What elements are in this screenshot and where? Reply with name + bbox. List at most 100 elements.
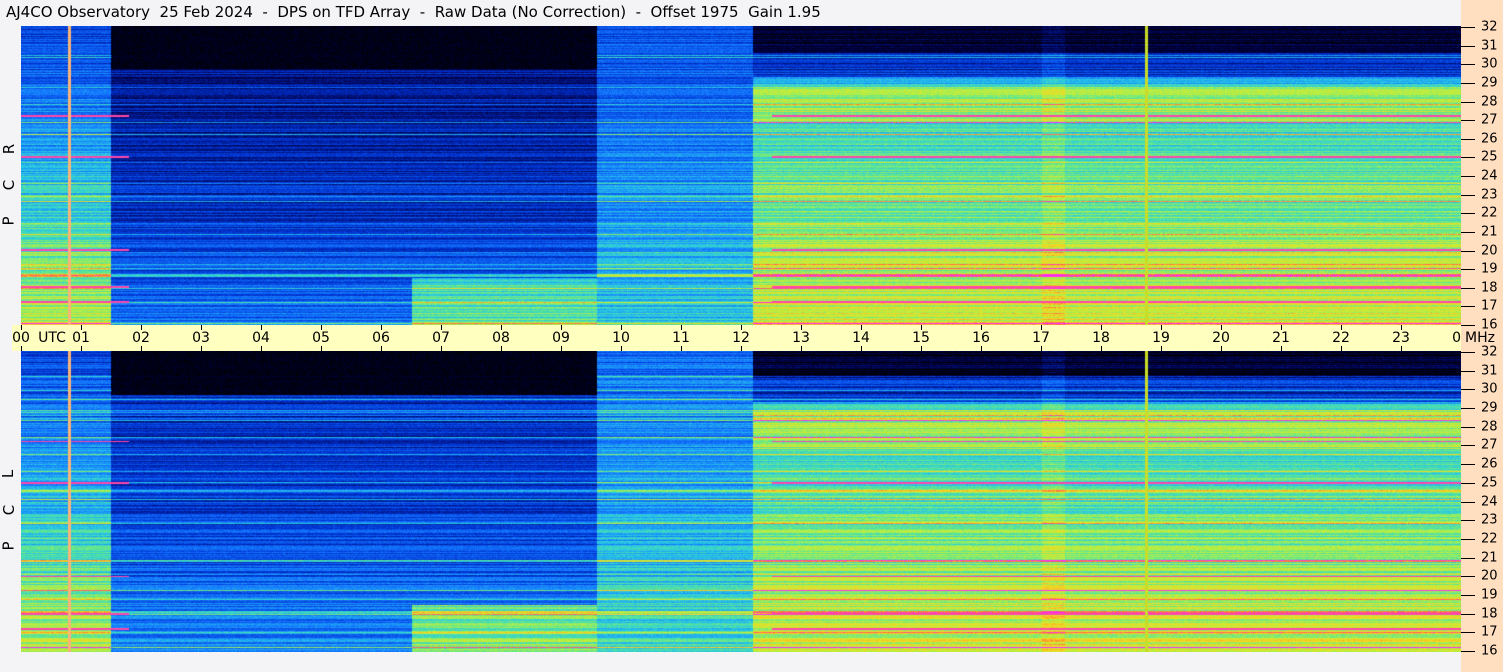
time-tick — [1101, 346, 1102, 351]
time-axis: 00 01 02 03 04 05 06 07 08 09 10 11 12 13 14 15 16 17 18 19… — [12, 325, 1470, 351]
time-tick — [201, 346, 202, 351]
freq-tick-label: 23 — [1481, 187, 1498, 203]
polarization-letter: R — [0, 143, 19, 155]
time-tick — [1041, 346, 1042, 351]
freq-tick — [1461, 389, 1475, 391]
time-tick-label: 19 — [1152, 330, 1170, 346]
freq-tick — [1461, 138, 1475, 140]
freq-tick — [1461, 482, 1475, 484]
time-tick — [741, 346, 742, 351]
time-tick-label: 15 — [912, 330, 930, 346]
polarization-letter: L — [0, 469, 18, 479]
time-tick — [801, 346, 802, 351]
time-tick — [1341, 346, 1342, 351]
freq-tick-label: 30 — [1481, 381, 1498, 397]
time-tick-label: 23 — [1392, 330, 1410, 346]
time-tick — [141, 346, 142, 351]
polarization-letter: C — [0, 504, 19, 516]
freq-tick — [1461, 157, 1475, 159]
freq-tick-label: 16 — [1481, 643, 1498, 659]
time-tick-label: 06 — [372, 330, 390, 346]
freq-tick — [1461, 426, 1475, 428]
freq-tick-label: 23 — [1481, 512, 1498, 528]
time-tick — [501, 346, 502, 351]
freq-tick-label: 26 — [1481, 131, 1498, 147]
freq-tick-label: 31 — [1481, 363, 1498, 379]
freq-tick-label: 25 — [1481, 149, 1498, 165]
freq-tick-label: 30 — [1481, 56, 1498, 72]
freq-tick — [1461, 408, 1475, 410]
freq-tick — [1461, 520, 1475, 522]
time-tick-label: 17 — [1032, 330, 1050, 346]
time-tick-label: 04 — [252, 330, 270, 346]
time-tick-label: 18 — [1092, 330, 1110, 346]
time-tick — [441, 346, 442, 351]
time-tick-label: 02 — [132, 330, 150, 346]
time-tick — [1221, 346, 1222, 351]
freq-tick-label: 27 — [1481, 437, 1498, 453]
freq-tick — [1461, 445, 1475, 447]
time-tick-label: 05 — [312, 330, 330, 346]
freq-tick — [1461, 464, 1475, 466]
freq-tick — [1461, 538, 1475, 540]
time-tick — [981, 346, 982, 351]
time-tick — [921, 346, 922, 351]
time-tick-label: 09 — [552, 330, 570, 346]
freq-tick-label: 22 — [1481, 205, 1498, 221]
time-tick-label: 21 — [1272, 330, 1290, 346]
freq-tick-label: 21 — [1481, 550, 1498, 566]
lcp-spectrogram — [21, 351, 1461, 652]
freq-tick — [1461, 45, 1475, 47]
freq-tick-label: 28 — [1481, 94, 1498, 110]
time-tick-label: 16 — [972, 330, 990, 346]
chart-title: AJ4CO Observatory 25 Feb 2024 - DPS on T… — [6, 3, 821, 21]
freq-tick-label: 17 — [1481, 298, 1498, 314]
freq-tick-label: 22 — [1481, 531, 1498, 547]
time-tick — [1161, 346, 1162, 351]
time-tick — [681, 346, 682, 351]
time-tick — [381, 346, 382, 351]
freq-tick — [1461, 501, 1475, 503]
time-tick-label: 20 — [1212, 330, 1230, 346]
freq-tick — [1461, 231, 1475, 233]
freq-tick-label: 19 — [1481, 587, 1498, 603]
time-tick-label: 08 — [492, 330, 510, 346]
time-tick-label: 12 — [732, 330, 750, 346]
freq-tick — [1461, 269, 1475, 271]
freq-tick — [1461, 82, 1475, 84]
freq-tick — [1461, 306, 1475, 308]
time-tick-label: 11 — [672, 330, 690, 346]
freq-tick-label: 32 — [1481, 344, 1498, 360]
time-tick — [561, 346, 562, 351]
time-tick-label: 00 — [12, 330, 30, 346]
rcp-spectrogram — [21, 26, 1461, 325]
freq-tick — [1461, 576, 1475, 578]
freq-tick — [1461, 64, 1475, 66]
freq-tick — [1461, 651, 1475, 653]
time-tick — [1281, 346, 1282, 351]
freq-tick-label: 24 — [1481, 168, 1498, 184]
freq-tick-label: 17 — [1481, 624, 1498, 640]
freq-tick-label: 32 — [1481, 19, 1498, 35]
freq-tick-label: 27 — [1481, 112, 1498, 128]
time-tick — [261, 346, 262, 351]
freq-tick — [1461, 101, 1475, 103]
polarization-letter: C — [0, 179, 19, 191]
time-tick-label: 22 — [1332, 330, 1350, 346]
freq-tick — [1461, 287, 1475, 289]
time-tick-label: 10 — [612, 330, 630, 346]
freq-tick-label: 18 — [1481, 606, 1498, 622]
freq-tick-label: 21 — [1481, 224, 1498, 240]
time-tick — [861, 346, 862, 351]
freq-tick-label: 29 — [1481, 400, 1498, 416]
time-tick — [81, 346, 82, 351]
time-tick-label: 13 — [792, 330, 810, 346]
freq-tick-label: 20 — [1481, 243, 1498, 259]
freq-tick-label: 25 — [1481, 475, 1498, 491]
time-tick-label: 01 — [72, 330, 90, 346]
freq-tick-label: 26 — [1481, 456, 1498, 472]
polarization-letter: P — [0, 216, 18, 226]
freq-tick-label: 19 — [1481, 261, 1498, 277]
freq-tick — [1461, 213, 1475, 215]
mhz-unit-label: MHz — [1465, 330, 1495, 346]
